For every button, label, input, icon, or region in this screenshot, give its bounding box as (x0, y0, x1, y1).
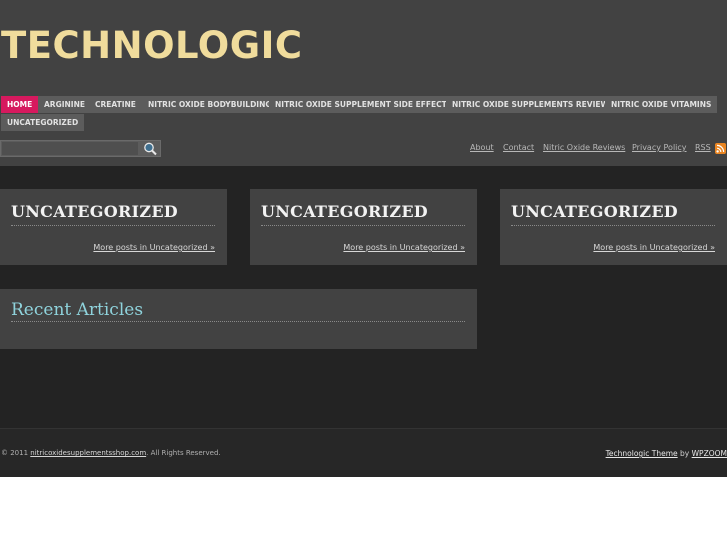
footer: © 2011 nitricoxidesupplementsshop.com. A… (0, 429, 727, 477)
nav-item-supplements-review[interactable]: NITRIC OXIDE SUPPLEMENTS REVIEW (446, 96, 615, 113)
link-about[interactable]: About (470, 143, 494, 152)
search-box (0, 140, 161, 157)
recent-articles-box: Recent Articles (0, 289, 477, 349)
nav-item-home[interactable]: HOME (1, 96, 39, 113)
theme-link[interactable]: Technologic Theme (606, 449, 678, 458)
rss-icon[interactable] (715, 143, 726, 154)
copyright: © 2011 nitricoxidesupplementsshop.com. A… (1, 449, 221, 457)
divider (261, 225, 465, 226)
nav-item-arginine[interactable]: ARGININE (38, 96, 91, 113)
category-box-2: UNCATEGORIZED More posts in Uncategorize… (250, 189, 477, 265)
divider (511, 225, 715, 226)
nav-item-creatine[interactable]: CREATINE (89, 96, 142, 113)
by-text: by (680, 449, 690, 458)
divider (11, 321, 465, 322)
site-container: TECHNOLOGIC HOME ARGININE CREATINE NITRI… (0, 0, 727, 477)
footer-domain-link[interactable]: nitricoxidesupplementsshop.com (30, 449, 146, 457)
theme-credit: Technologic Theme by WPZOOM (606, 449, 727, 458)
category-title[interactable]: UNCATEGORIZED (511, 202, 678, 221)
nav-item-side-effects[interactable]: NITRIC OXIDE SUPPLEMENT SIDE EFFECTS (269, 96, 459, 113)
nav-item-nitric-oxide-bodybuilding[interactable]: NITRIC OXIDE BODYBUILDING (142, 96, 278, 113)
more-posts-link[interactable]: More posts in Uncategorized » (93, 243, 215, 252)
nav-item-uncategorized[interactable]: UNCATEGORIZED (1, 114, 85, 131)
link-rss[interactable]: RSS (695, 143, 711, 152)
rights-text: . All Rights Reserved. (146, 449, 221, 457)
category-title[interactable]: UNCATEGORIZED (261, 202, 428, 221)
divider (11, 225, 215, 226)
more-posts-link[interactable]: More posts in Uncategorized » (593, 243, 715, 252)
category-box-3: UNCATEGORIZED More posts in Uncategorize… (500, 189, 727, 265)
recent-articles-title: Recent Articles (11, 300, 144, 320)
link-privacy-policy[interactable]: Privacy Policy (632, 143, 687, 152)
copyright-prefix: © 2011 (1, 449, 29, 457)
search-input[interactable] (2, 142, 138, 155)
site-logo[interactable]: TECHNOLOGIC (1, 22, 303, 70)
nav-item-nitric-oxide-vitamins[interactable]: NITRIC OXIDE VITAMINS (605, 96, 718, 113)
link-nitric-oxide-reviews[interactable]: Nitric Oxide Reviews (543, 143, 625, 152)
header: TECHNOLOGIC HOME ARGININE CREATINE NITRI… (0, 0, 727, 166)
category-box-1: UNCATEGORIZED More posts in Uncategorize… (0, 189, 227, 265)
link-contact[interactable]: Contact (503, 143, 534, 152)
more-posts-link[interactable]: More posts in Uncategorized » (343, 243, 465, 252)
author-link[interactable]: WPZOOM (692, 449, 727, 458)
search-icon[interactable] (140, 141, 160, 156)
category-title[interactable]: UNCATEGORIZED (11, 202, 178, 221)
